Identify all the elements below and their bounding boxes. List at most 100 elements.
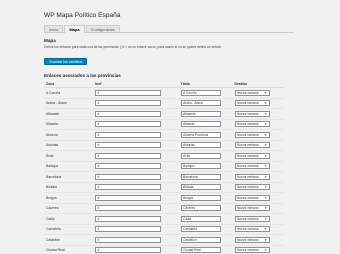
- target-select[interactable]: Nueva ventana ▼: [234, 121, 270, 128]
- title-input[interactable]: Badajoz: [180, 163, 221, 170]
- zona-cell: Albacete: [44, 108, 93, 120]
- title-input[interactable]: Asturias: [180, 142, 221, 149]
- title-input[interactable]: Albacete: [180, 110, 221, 117]
- target-select[interactable]: Nueva ventana ▼: [234, 163, 270, 170]
- target-select[interactable]: Nueva ventana ▼: [234, 205, 270, 212]
- zona-cell: Burgos: [44, 192, 93, 204]
- href-input[interactable]: #: [94, 173, 161, 180]
- target-select[interactable]: Nueva ventana ▼: [234, 194, 270, 201]
- href-input[interactable]: #: [94, 89, 161, 96]
- target-select-value: Nueva ventana: [237, 227, 259, 232]
- target-select[interactable]: Nueva ventana ▼: [234, 226, 270, 233]
- links-section-title: Enlaces asociados a las provincias: [44, 73, 121, 78]
- admin-page: WP Mapa Político España Inicio Mapa Conf…: [44, 12, 294, 254]
- table-row: Araba - Álava # Araba - Álava Nueva ventana…: [44, 98, 284, 109]
- tab-bar: Inicio Mapa Configuración: [44, 25, 294, 33]
- title-input[interactable]: Cáceres: [180, 205, 221, 212]
- href-input[interactable]: #: [94, 142, 161, 149]
- zona-cell: Cádiz: [44, 213, 93, 225]
- target-select-value: Nueva ventana: [237, 206, 259, 211]
- chevron-down-icon: ▼: [264, 174, 268, 179]
- target-select[interactable]: Nueva ventana ▼: [234, 184, 270, 191]
- title-input[interactable]: Cantabria: [180, 226, 221, 233]
- target-select[interactable]: Nueva ventana ▼: [234, 89, 270, 96]
- title-input[interactable]: Burgos: [180, 194, 221, 201]
- zona-cell: Bizkaia: [44, 182, 93, 193]
- title-input[interactable]: Barcelona: [180, 173, 221, 180]
- target-select-value: Nueva ventana: [237, 132, 259, 137]
- save-button[interactable]: Guardar los cambios: [44, 58, 88, 65]
- zona-cell: Araba - Álava: [44, 98, 93, 109]
- zona-cell: Almería: [44, 129, 93, 141]
- href-input[interactable]: #: [94, 194, 161, 201]
- chevron-down-icon: ▼: [264, 185, 268, 190]
- zona-cell: Badajoz: [44, 161, 93, 172]
- href-input[interactable]: #: [94, 110, 161, 117]
- chevron-down-icon: ▼: [264, 164, 268, 169]
- zona-cell: Castellón: [44, 234, 93, 246]
- href-input[interactable]: #: [94, 215, 161, 222]
- target-select-value: Nueva ventana: [237, 185, 259, 190]
- target-select-value: Nueva ventana: [237, 101, 259, 106]
- table-row: Albacete # Albacete Nueva ventana ▼: [44, 108, 284, 120]
- zona-cell: Ávila: [44, 150, 93, 162]
- href-input[interactable]: #: [94, 236, 161, 243]
- target-select[interactable]: Nueva ventana ▼: [234, 173, 270, 180]
- section-title: Mapa: [44, 38, 56, 43]
- href-input[interactable]: #: [94, 131, 161, 138]
- target-select-value: Nueva ventana: [237, 143, 259, 148]
- href-input[interactable]: #: [94, 163, 161, 170]
- target-select[interactable]: Nueva ventana ▼: [234, 131, 270, 138]
- target-select-value: Nueva ventana: [237, 237, 259, 242]
- href-input[interactable]: #: [94, 121, 161, 128]
- target-select[interactable]: Nueva ventana ▼: [234, 152, 270, 159]
- target-select[interactable]: Nueva ventana ▼: [234, 142, 270, 149]
- title-input[interactable]: Araba - Álava: [180, 100, 221, 107]
- target-select-value: Nueva ventana: [237, 174, 259, 179]
- href-input[interactable]: #: [94, 184, 161, 191]
- chevron-down-icon: ▼: [264, 206, 268, 211]
- chevron-down-icon: ▼: [264, 216, 268, 221]
- title-input[interactable]: Almería Provincia: [180, 131, 221, 138]
- target-select[interactable]: Nueva ventana ▼: [234, 215, 270, 222]
- table-row: Burgos # Burgos Nueva ventana ▼: [44, 192, 284, 204]
- title-input[interactable]: Ciudad Real: [180, 247, 221, 254]
- table-row: Almería # Almería Provincia Nueva ventana ▼: [44, 129, 284, 141]
- table-row: Badajoz # Badajoz Nueva ventana ▼: [44, 161, 284, 172]
- title-input[interactable]: Castellón: [180, 236, 221, 243]
- table-row: Asturias # Asturias Nueva ventana ▼: [44, 140, 284, 151]
- title-input[interactable]: Bizkaia: [180, 184, 221, 191]
- target-select[interactable]: Nueva ventana ▼: [234, 110, 270, 117]
- table-row: A Coruña # A Coruña Nueva ventana ▼: [44, 87, 284, 99]
- zona-cell: Ciudad Real: [44, 245, 93, 254]
- zona-cell: Asturias: [44, 140, 93, 151]
- target-select-value: Nueva ventana: [237, 248, 259, 253]
- target-select-value: Nueva ventana: [237, 153, 259, 158]
- chevron-down-icon: ▼: [264, 227, 268, 232]
- href-input[interactable]: #: [94, 100, 161, 107]
- links-table: Zona href Título Destino A Coruña # A Coru…: [44, 82, 284, 254]
- title-input[interactable]: Ávila: [180, 152, 221, 159]
- title-input[interactable]: Alicante: [180, 121, 221, 128]
- tab-inicio[interactable]: Inicio: [44, 25, 64, 32]
- chevron-down-icon: ▼: [264, 122, 268, 127]
- chevron-down-icon: ▼: [264, 237, 268, 242]
- tab-mapa[interactable]: Mapa: [64, 25, 85, 33]
- chevron-down-icon: ▼: [264, 111, 268, 116]
- href-input[interactable]: #: [94, 247, 161, 254]
- title-input[interactable]: Cádiz: [180, 215, 221, 222]
- target-select-value: Nueva ventana: [237, 195, 259, 200]
- zona-cell: Cantabria: [44, 224, 93, 235]
- chevron-down-icon: ▼: [264, 248, 268, 253]
- tab-configuracion[interactable]: Configuración: [85, 25, 121, 32]
- href-input[interactable]: #: [94, 152, 161, 159]
- title-input[interactable]: A Coruña: [180, 89, 221, 96]
- target-select[interactable]: Nueva ventana ▼: [234, 247, 270, 254]
- chevron-down-icon: ▼: [264, 90, 268, 95]
- target-select[interactable]: Nueva ventana ▼: [234, 100, 270, 107]
- target-select-value: Nueva ventana: [237, 164, 259, 169]
- href-input[interactable]: #: [94, 205, 161, 212]
- target-select[interactable]: Nueva ventana ▼: [234, 236, 270, 243]
- href-input[interactable]: #: [94, 226, 161, 233]
- target-select-value: Nueva ventana: [237, 122, 259, 127]
